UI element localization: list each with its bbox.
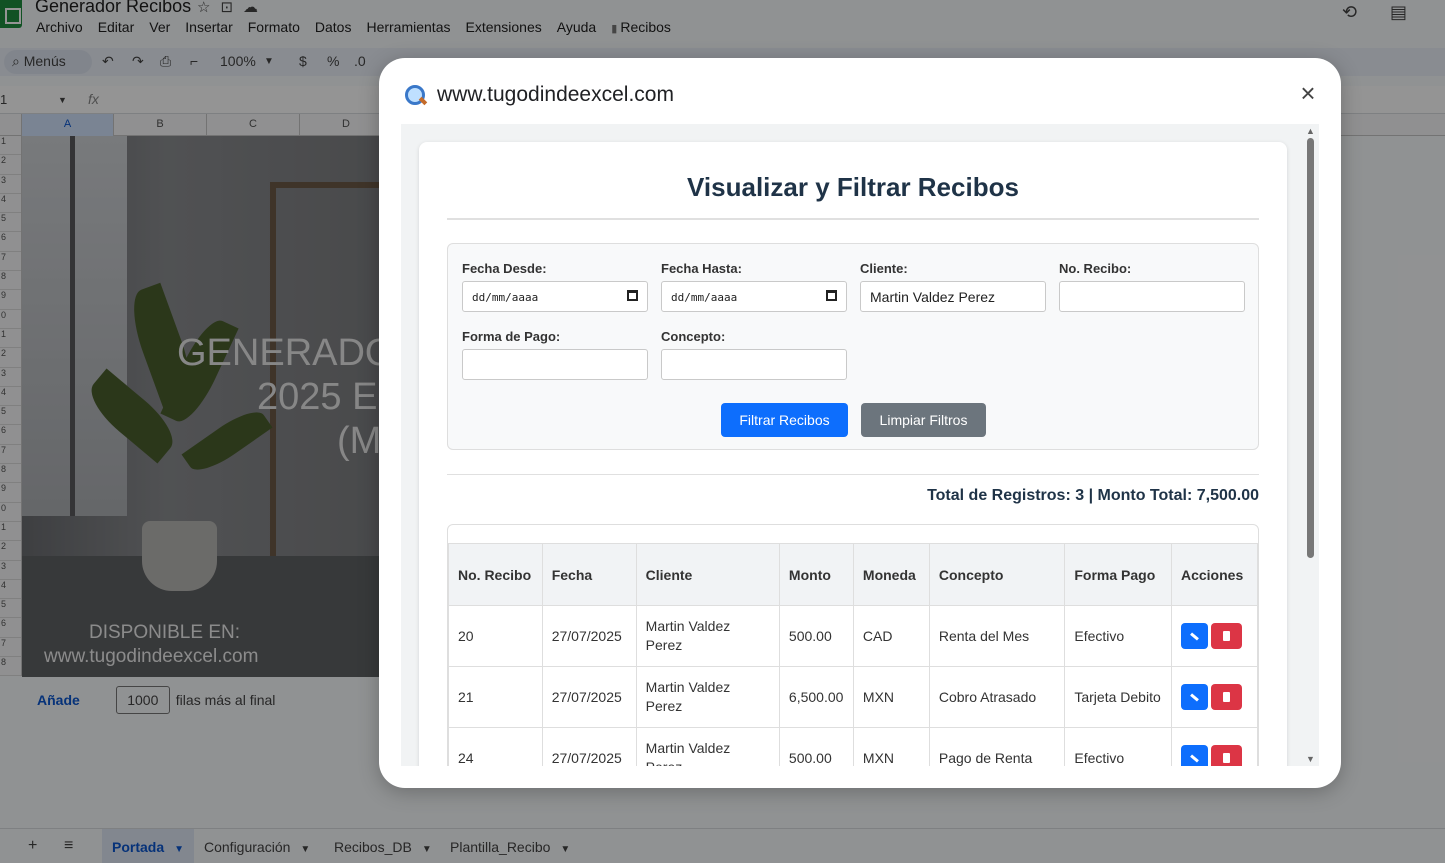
cell-acciones — [1170, 666, 1258, 728]
cell-monto: 6,500.00 — [778, 666, 854, 728]
filters-panel: Fecha Desde: dd/mm/aaaa Fecha Hasta: dd/… — [447, 243, 1259, 450]
fecha-desde-label: Fecha Desde: — [462, 261, 547, 276]
dialog-header: www.tugodindeexcel.com — [403, 80, 674, 110]
cliente-field: Cliente: Martin Valdez Perez — [860, 261, 1046, 312]
forma-pago-input[interactable] — [462, 349, 648, 380]
cell-concepto: Cobro Atrasado — [928, 666, 1066, 728]
no-recibo-field: No. Recibo: — [1059, 261, 1245, 312]
close-icon[interactable]: × — [1295, 80, 1321, 106]
cell-no-recibo: 24 — [448, 727, 543, 766]
cell-no-recibo: 21 — [448, 666, 543, 728]
receipts-table: No. Recibo Fecha Cliente Monto Moneda Co… — [448, 543, 1258, 766]
delete-icon[interactable] — [1210, 623, 1242, 649]
forma-pago-field: Forma de Pago: — [462, 329, 648, 380]
fecha-hasta-value: dd/mm/aaaa — [671, 291, 738, 304]
concepto-label: Concepto: — [661, 329, 726, 344]
header-fecha: Fecha — [541, 543, 637, 606]
header-moneda: Moneda — [852, 543, 930, 606]
header-monto: Monto — [778, 543, 854, 606]
cell-moneda: MXN — [852, 727, 930, 766]
page-title: Visualizar y Filtrar Recibos — [687, 172, 1019, 202]
dialog-body: Visualizar y Filtrar Recibos Fecha Desde… — [401, 124, 1319, 766]
forma-pago-label: Forma de Pago: — [462, 329, 561, 344]
globe-icon — [403, 83, 427, 107]
totals-summary: Total de Registros: 3 | Monto Total: 7,5… — [927, 487, 1259, 504]
table-row: 21 27/07/2025 Martin Valdez Perez 6,500.… — [448, 666, 1258, 728]
header-forma-pago: Forma Pago — [1064, 543, 1172, 606]
concepto-input[interactable] — [661, 349, 847, 380]
dialog-url: www.tugodindeexcel.com — [437, 83, 674, 106]
cell-forma-pago: Efectivo — [1064, 727, 1172, 766]
cell-concepto: Pago de Renta — [928, 727, 1066, 766]
receipts-card: Visualizar y Filtrar Recibos Fecha Desde… — [419, 142, 1287, 766]
edit-icon[interactable] — [1180, 623, 1208, 649]
cell-monto: 500.00 — [778, 605, 854, 667]
cliente-input[interactable]: Martin Valdez Perez — [860, 281, 1046, 312]
fecha-desde-field: Fecha Desde: dd/mm/aaaa — [462, 261, 648, 312]
header-acciones: Acciones — [1170, 543, 1258, 606]
cell-moneda: CAD — [852, 605, 930, 667]
cell-forma-pago: Efectivo — [1064, 605, 1172, 667]
scroll-down-icon[interactable]: ▼ — [1306, 754, 1315, 764]
header-concepto: Concepto — [928, 543, 1066, 606]
cell-moneda: MXN — [852, 666, 930, 728]
cell-cliente: Martin Valdez Perez — [635, 605, 780, 667]
totals-divider — [447, 474, 1259, 475]
dialog-scrollbar[interactable]: ▲ ▼ — [1301, 124, 1319, 766]
receipts-dialog: www.tugodindeexcel.com × Visualizar y Fi… — [379, 58, 1341, 788]
fecha-desde-value: dd/mm/aaaa — [472, 291, 539, 304]
cell-fecha: 27/07/2025 — [541, 605, 637, 667]
edit-icon[interactable] — [1180, 684, 1208, 710]
receipts-table-container: No. Recibo Fecha Cliente Monto Moneda Co… — [447, 524, 1259, 766]
table-row: 24 27/07/2025 Martin Valdez Perez 500.00… — [448, 727, 1258, 766]
fecha-hasta-label: Fecha Hasta: — [661, 261, 742, 276]
no-recibo-input[interactable] — [1059, 281, 1245, 312]
fecha-hasta-field: Fecha Hasta: dd/mm/aaaa — [661, 261, 847, 312]
edit-icon[interactable] — [1180, 745, 1208, 766]
calendar-icon[interactable] — [826, 290, 837, 301]
cell-no-recibo: 20 — [448, 605, 543, 667]
cell-monto: 500.00 — [778, 727, 854, 766]
table-row: 20 27/07/2025 Martin Valdez Perez 500.00… — [448, 605, 1258, 667]
cell-acciones — [1170, 727, 1258, 766]
no-recibo-label: No. Recibo: — [1059, 261, 1132, 276]
cell-cliente: Martin Valdez Perez — [635, 666, 780, 728]
delete-icon[interactable] — [1210, 745, 1242, 766]
calendar-icon[interactable] — [627, 290, 638, 301]
header-no-recibo: No. Recibo — [448, 543, 543, 606]
clear-filters-button[interactable]: Limpiar Filtros — [861, 403, 986, 437]
cell-fecha: 27/07/2025 — [541, 666, 637, 728]
fecha-hasta-input[interactable]: dd/mm/aaaa — [661, 281, 847, 312]
cell-concepto: Renta del Mes — [928, 605, 1066, 667]
cell-cliente: Martin Valdez Perez — [635, 727, 780, 766]
cliente-label: Cliente: — [860, 261, 908, 276]
filter-receipts-button[interactable]: Filtrar Recibos — [721, 403, 848, 437]
table-header-row: No. Recibo Fecha Cliente Monto Moneda Co… — [448, 543, 1258, 606]
title-divider — [447, 218, 1259, 220]
fecha-desde-input[interactable]: dd/mm/aaaa — [462, 281, 648, 312]
scroll-up-icon[interactable]: ▲ — [1306, 126, 1315, 136]
concepto-field: Concepto: — [661, 329, 847, 380]
cell-fecha: 27/07/2025 — [541, 727, 637, 766]
scrollbar-thumb[interactable] — [1307, 138, 1314, 558]
cell-forma-pago: Tarjeta Debito — [1064, 666, 1172, 728]
delete-icon[interactable] — [1210, 684, 1242, 710]
header-cliente: Cliente — [635, 543, 780, 606]
cell-acciones — [1170, 605, 1258, 667]
